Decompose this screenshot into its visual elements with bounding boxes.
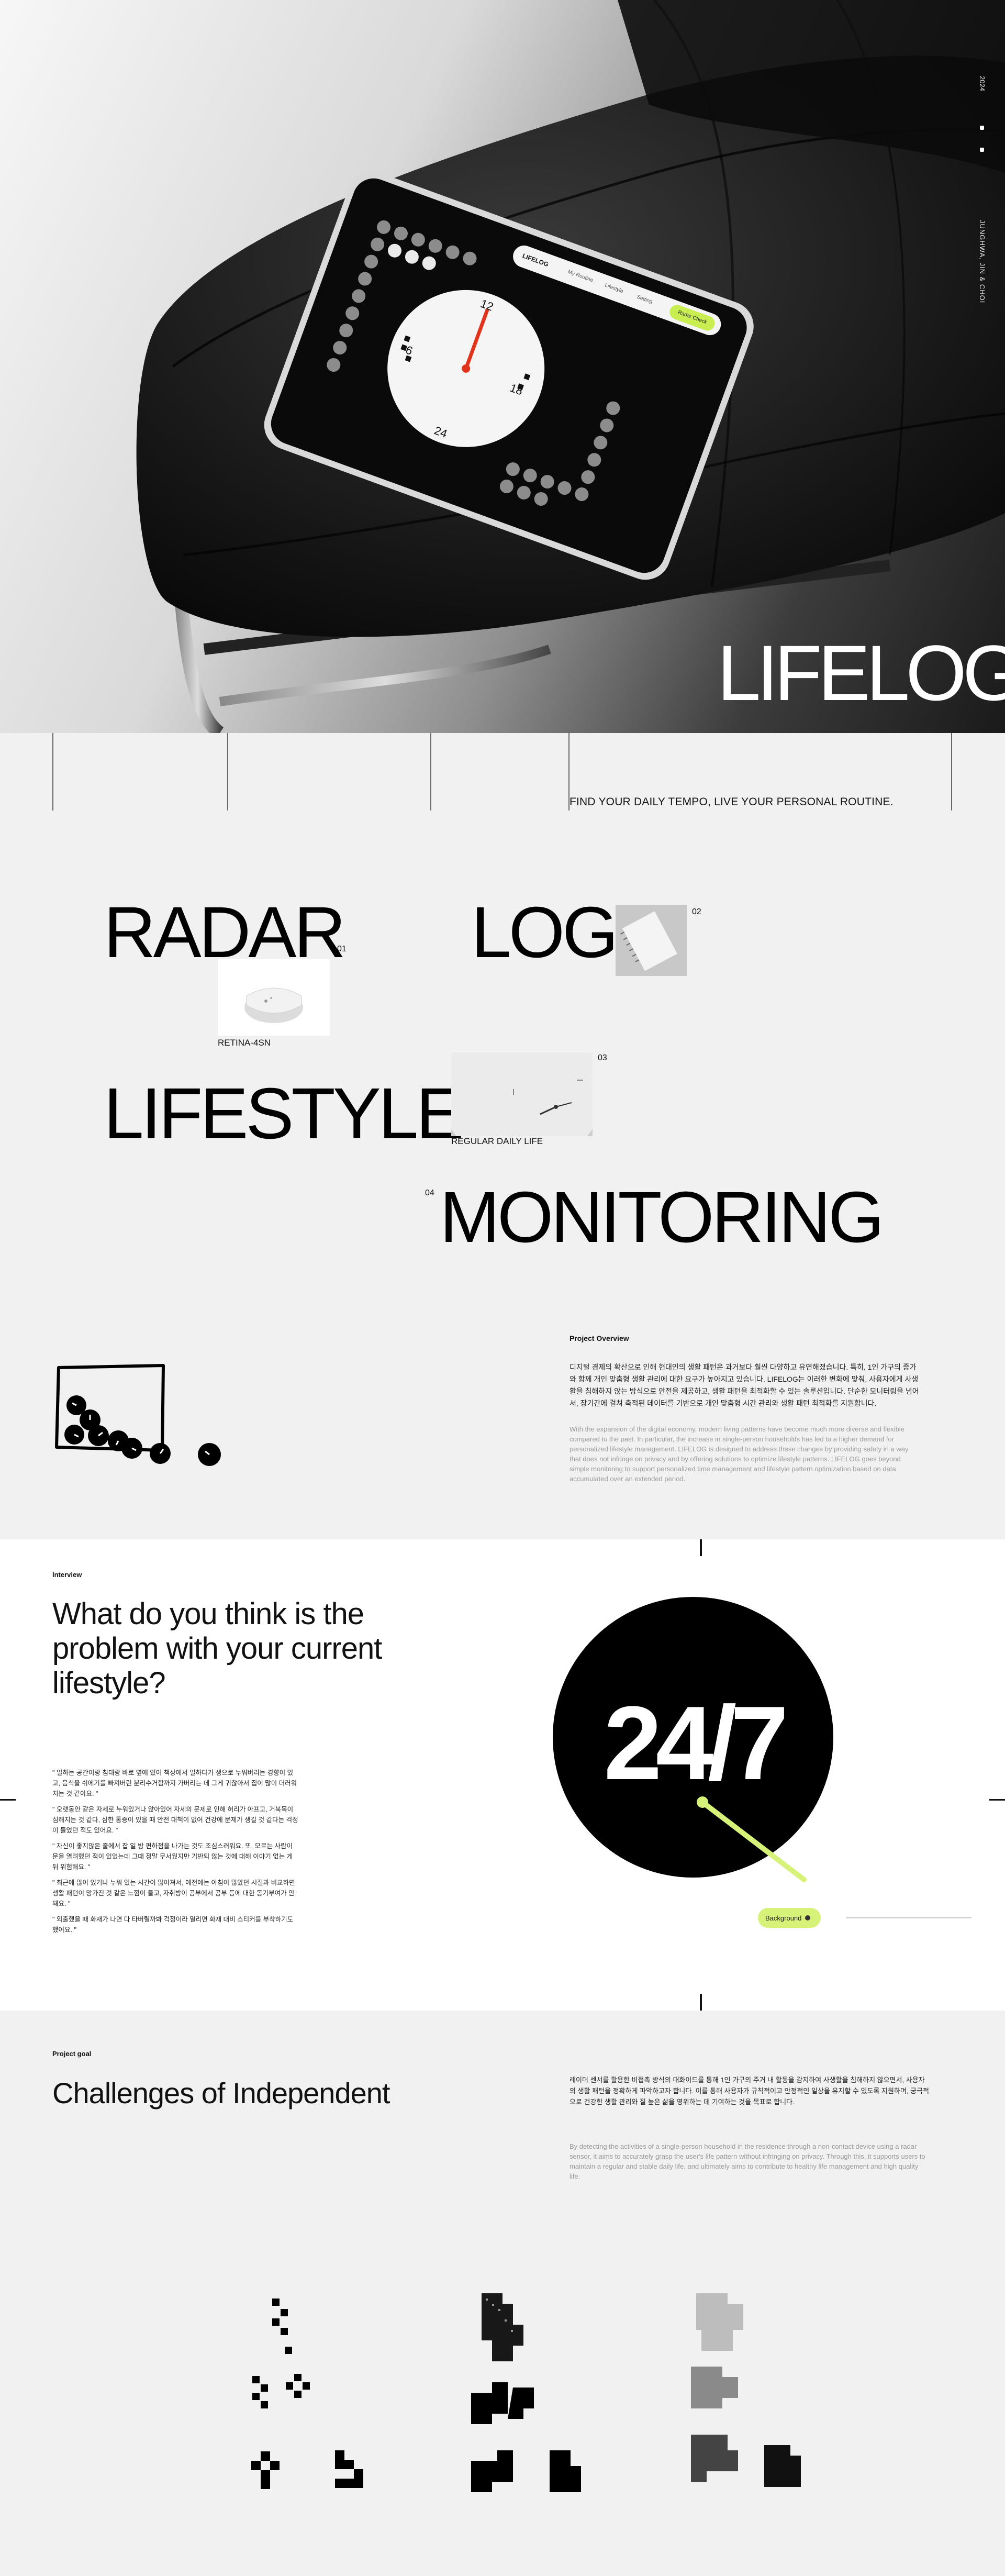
overview-text-en: With the expansion of the digital econom… (570, 1425, 909, 1483)
hero-logo: LIFELOG. (717, 629, 1005, 717)
overview-title: Project Overview (570, 1334, 629, 1342)
interview-quote: " 최근에 많이 있거나 누워 있는 시간이 많아져서, 예전에는 아침이 많았… (52, 1879, 295, 1907)
goal-label: Project goal (52, 2050, 92, 2058)
clock-hand (697, 1796, 972, 1918)
keyword-radar: RADAR (104, 892, 346, 973)
lifestyle-caption: REGULAR DAILY LIFE (451, 1136, 543, 1146)
keyword-log: LOG (471, 892, 618, 973)
pixel-cluster-sparse (251, 2299, 363, 2489)
hero-nav-dot[interactable] (980, 126, 984, 130)
pixel-cluster-medium (471, 2293, 581, 2492)
notebook-image (616, 905, 687, 976)
tagline: FIND YOUR DAILY TEMPO, LIVE YOUR PERSONA… (570, 796, 894, 808)
interview-label: Interview (52, 1571, 82, 1579)
hero-nav-dot[interactable] (980, 148, 984, 152)
hero-year: 2024 (978, 76, 986, 91)
interview-quote: " 자신이 좋지않은 줄에서 잡 일 방 편하점을 나가는 것도 조심스러워요.… (52, 1842, 293, 1871)
crosshair-tick (700, 1994, 702, 2011)
radar-device-image (218, 959, 330, 1036)
divider-line (227, 733, 228, 810)
pill-dot-icon (805, 1915, 810, 1920)
keyword-number: 02 (692, 907, 701, 916)
overview-text-ko: 디지털 경제의 확산으로 인해 현대인의 생활 패턴은 과거보다 훨씬 다양하고… (570, 1363, 919, 1407)
goal-text-ko: 레이더 센서를 활용한 비접촉 방식의 대화이드를 통해 1인 가구의 주거 내… (570, 2076, 929, 2106)
hero-credit: JUNGHWA, JIN & CHOI (978, 220, 986, 304)
keyword-number: 01 (337, 945, 347, 953)
radar-caption: RETINA-4SN (218, 1038, 271, 1048)
goal-title: Challenges of Independent (52, 2077, 390, 2109)
crosshair-tick (0, 1799, 16, 1801)
keyword-number: 04 (425, 1189, 434, 1197)
background-pill-label: Background (765, 1914, 802, 1922)
crosshair-tick (989, 1799, 1005, 1801)
keyword-lifestyle: LIFESTYLE (104, 1073, 464, 1154)
divider-line (430, 733, 431, 810)
interview-quote: " 외출했을 때 화재가 나면 다 타버릴까봐 걱정이라 열리면 화재 대비 스… (52, 1916, 294, 1934)
divider-line (52, 733, 53, 810)
interview-question: What do you think is the problem with yo… (52, 1597, 382, 1700)
divider-line (951, 733, 952, 810)
keyword-monitoring: MONITORING (440, 1177, 884, 1258)
pixel-cluster-dense (691, 2293, 801, 2487)
keyword-number: 03 (598, 1053, 607, 1062)
clock-image (438, 1000, 606, 1168)
overview-glyph (55, 1364, 221, 1466)
crosshair-tick (700, 1539, 702, 1556)
goal-text-en: By detecting the activities of a single-… (570, 2142, 925, 2180)
interview-quote: " 일하는 공간이랑 침대랑 바로 옆에 있어 책상에서 일하다가 생으로 누워… (52, 1769, 297, 1797)
hero-section: LIFELOG My Routine Lifestyle Setting Rad… (0, 0, 1005, 733)
interview-quote: " 오랫동안 같은 자세로 누워있거나 앉아있어 자세의 문제로 인해 허리가 … (52, 1806, 298, 1834)
